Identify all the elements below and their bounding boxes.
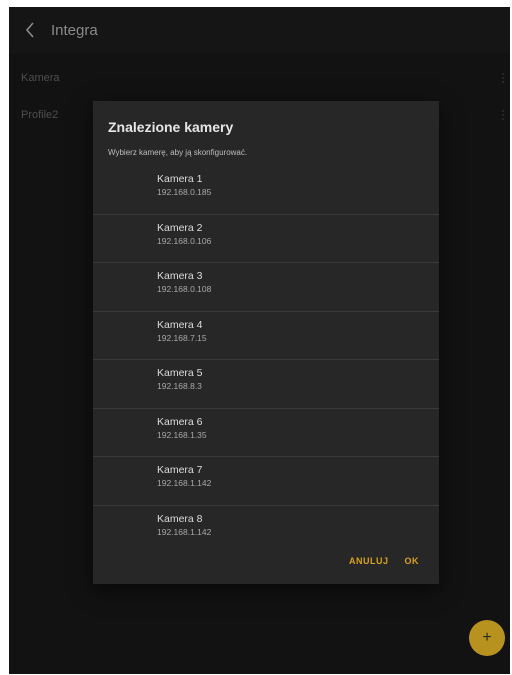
camera-item-4[interactable]: Kamera 4 192.168.7.15 (93, 312, 439, 360)
camera-name: Kamera 4 (157, 318, 203, 331)
dialog-title: Znalezione kamery (108, 119, 234, 135)
camera-name: Kamera 8 (157, 512, 203, 525)
found-cameras-dialog: Znalezione kamery Wybierz kamerę, aby ją… (93, 101, 439, 584)
ok-button[interactable]: OK (397, 550, 428, 572)
camera-item-2[interactable]: Kamera 2 192.168.0.106 (93, 215, 439, 263)
more-vertical-icon[interactable] (496, 70, 510, 86)
camera-item-6[interactable]: Kamera 6 192.168.1.35 (93, 409, 439, 457)
camera-item-3[interactable]: Kamera 3 192.168.0.108 (93, 263, 439, 312)
camera-name: Kamera 1 (157, 173, 203, 185)
list-item-kamera[interactable]: Kamera (9, 60, 510, 96)
app-bar: Integra (9, 7, 510, 53)
camera-item-7[interactable]: Kamera 7 192.168.1.142 (93, 457, 439, 506)
camera-ip: 192.168.1.142 (157, 478, 212, 488)
camera-name: Kamera 5 (157, 367, 203, 379)
camera-name: Kamera 2 (157, 221, 203, 234)
camera-name: Kamera 3 (157, 270, 203, 282)
add-button[interactable]: + (469, 620, 505, 656)
list-item-label: Profile2 (21, 109, 59, 121)
camera-name: Kamera 7 (157, 464, 203, 476)
camera-ip: 192.168.1.142 (157, 526, 212, 537)
camera-name: Kamera 6 (157, 415, 203, 428)
camera-ip: 192.168.0.106 (157, 235, 212, 246)
cancel-button[interactable]: ANULUJ (341, 550, 397, 572)
chevron-left-icon (25, 22, 34, 38)
dialog-subtitle: Wybierz kamerę, aby ją skonfigurować. (108, 148, 248, 157)
more-vertical-icon[interactable] (496, 107, 510, 123)
camera-ip: 192.168.8.3 (157, 381, 202, 391)
camera-item-1[interactable]: Kamera 1 192.168.0.185 (93, 166, 439, 215)
back-button[interactable] (9, 7, 51, 53)
page-title: Integra (51, 21, 98, 39)
camera-ip: 192.168.7.15 (157, 332, 207, 343)
app-screen: Integra Kamera Profile2 Znalezione kamer… (9, 7, 510, 674)
dialog-actions: ANULUJ OK (341, 538, 439, 584)
camera-ip: 192.168.0.185 (157, 187, 212, 197)
camera-ip: 192.168.1.35 (157, 429, 207, 440)
plus-icon: + (482, 629, 492, 646)
list-item-label: Kamera (21, 72, 60, 84)
camera-ip: 192.168.0.108 (157, 284, 212, 294)
camera-item-5[interactable]: Kamera 5 192.168.8.3 (93, 360, 439, 409)
camera-list: Kamera 1 192.168.0.185 Kamera 2 192.168.… (93, 166, 439, 554)
